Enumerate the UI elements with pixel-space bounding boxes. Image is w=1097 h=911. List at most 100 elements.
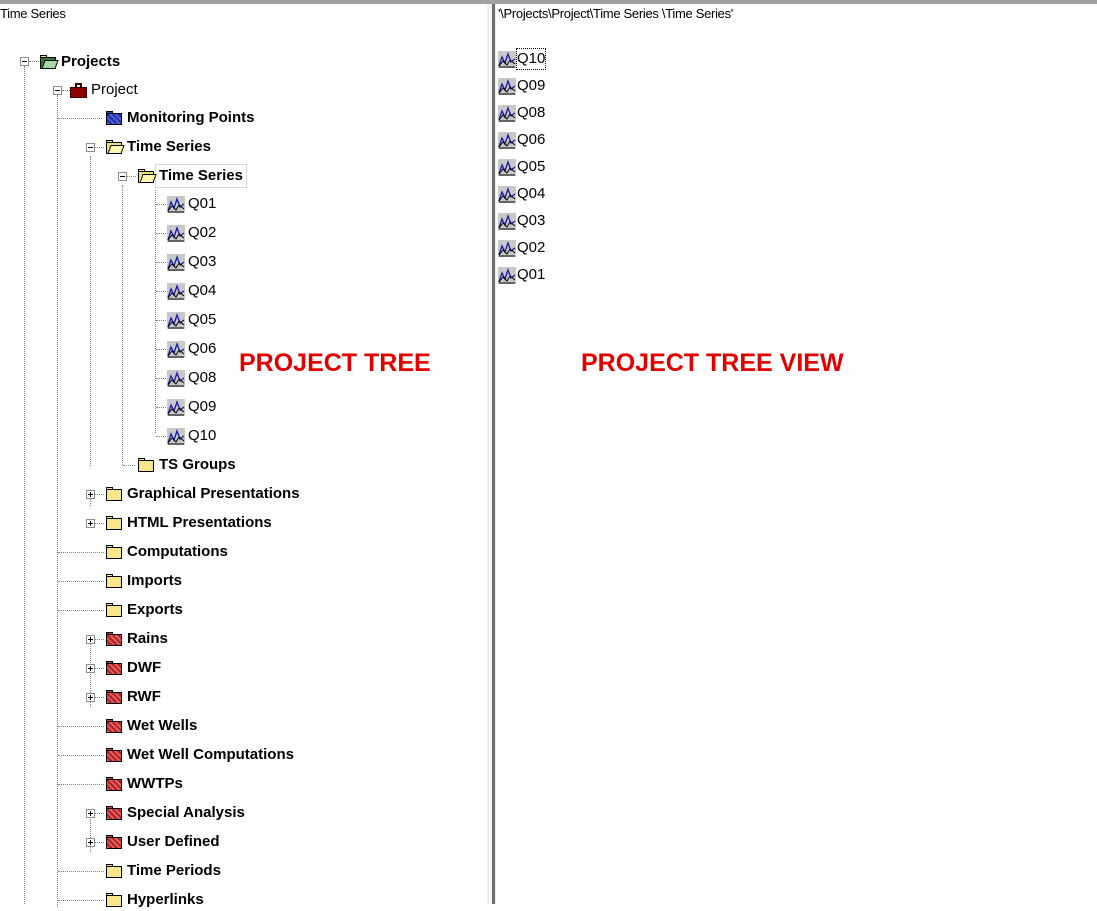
list-item[interactable]: Q02 [498, 237, 546, 259]
tree-node-series[interactable]: Q02 [167, 222, 219, 244]
tree-node-time-periods[interactable]: Time Periods [104, 860, 224, 882]
tree-node-label: Imports [127, 572, 183, 589]
expand-icon[interactable] [86, 519, 95, 528]
tree-node-rwf[interactable]: RWF [104, 686, 164, 708]
tree-line [95, 147, 104, 148]
tree-node-user-defined[interactable]: User Defined [104, 831, 223, 853]
time-series-chart-icon [498, 77, 516, 95]
tree-node-label: Q08 [188, 369, 217, 386]
tree-node-label: Wet Well Computations [127, 746, 294, 763]
tree-node-rains[interactable]: Rains [104, 628, 171, 650]
folder-icon [38, 54, 59, 70]
time-series-chart-icon [498, 185, 516, 203]
expand-icon[interactable] [86, 635, 95, 644]
tree-line [58, 871, 104, 872]
folder-icon [136, 168, 157, 184]
tree-node-html-presentations[interactable]: HTML Presentations [104, 512, 275, 534]
folder-icon [104, 515, 124, 531]
tree-node-label: TS Groups [159, 456, 236, 473]
tree-node-ts-groups[interactable]: TS Groups [136, 454, 239, 476]
tree-node-computations[interactable]: Computations [104, 541, 231, 563]
expand-icon[interactable] [86, 490, 95, 499]
pane-splitter[interactable] [487, 4, 496, 904]
expand-icon[interactable] [86, 664, 95, 673]
tree-node-wet-well-computations[interactable]: Wet Well Computations [104, 744, 297, 766]
tree-node-series[interactable]: Q05 [167, 309, 219, 331]
tree-node-wwtps[interactable]: WWTPs [104, 773, 186, 795]
tree-node-label: Q02 [188, 224, 217, 241]
tree-line [58, 581, 104, 582]
collapse-icon[interactable] [86, 143, 95, 152]
tree-line [95, 813, 104, 814]
list-item[interactable]: Q06 [498, 129, 546, 151]
tree-node-label: Q10 [188, 427, 217, 444]
time-series-chart-icon [498, 50, 516, 68]
tree-node-time-series-child[interactable]: Time Series [136, 164, 247, 188]
tree-node-time-series[interactable]: Time Series [104, 136, 214, 158]
tree-node-series[interactable]: Q01 [167, 193, 219, 215]
tree-line [95, 639, 104, 640]
tree-line [58, 610, 104, 611]
tree-node-series[interactable]: Q06 [167, 338, 219, 360]
current-path: '\Projects\Project\Time Series \Time Ser… [498, 6, 733, 21]
tree-node-special-analysis[interactable]: Special Analysis [104, 802, 248, 824]
tree-node-label: Monitoring Points [127, 109, 255, 126]
tree-node-hyperlinks[interactable]: Hyperlinks [104, 889, 207, 911]
folder-icon [104, 544, 124, 560]
tree-node-wet-wells[interactable]: Wet Wells [104, 715, 200, 737]
expand-icon[interactable] [86, 838, 95, 847]
tree-node-monitoring-points[interactable]: Monitoring Points [104, 107, 257, 129]
time-series-chart-icon [498, 131, 516, 149]
list-item[interactable]: Q01 [498, 264, 546, 286]
folder-icon [104, 834, 124, 850]
time-series-chart-icon [498, 239, 516, 257]
tree-node-label: Graphical Presentations [127, 485, 300, 502]
collapse-icon[interactable] [20, 57, 29, 66]
list-item-label: Q03 [517, 212, 546, 229]
tree-node-imports[interactable]: Imports [104, 570, 185, 592]
folder-icon [104, 660, 124, 676]
list-item-label: Q10 [516, 48, 547, 70]
folder-icon [104, 747, 124, 763]
tree-line [58, 755, 104, 756]
list-item-label: Q08 [517, 104, 546, 121]
expand-icon[interactable] [86, 809, 95, 818]
tree-node-label: Project [91, 81, 138, 98]
tree-header: Time Series [0, 6, 66, 21]
tree-node-series[interactable]: Q09 [167, 396, 219, 418]
tree-node-projects[interactable]: Projects [38, 51, 123, 73]
tree-line [58, 552, 104, 553]
collapse-icon[interactable] [53, 86, 62, 95]
folder-icon [104, 805, 124, 821]
list-item[interactable]: Q05 [498, 156, 546, 178]
collapse-icon[interactable] [118, 172, 127, 181]
tree-node-series[interactable]: Q10 [167, 425, 219, 447]
time-series-chart-icon [167, 369, 185, 387]
tree-node-project[interactable]: Project [68, 79, 141, 101]
expand-icon[interactable] [86, 693, 95, 702]
tree-node-graphical-presentations[interactable]: Graphical Presentations [104, 483, 303, 505]
tree-node-label: Projects [61, 53, 121, 70]
project-tree-view-pane[interactable]: '\Projects\Project\Time Series \Time Ser… [496, 4, 1097, 904]
tree-line [95, 668, 104, 669]
list-item[interactable]: Q04 [498, 183, 546, 205]
list-item[interactable]: Q08 [498, 102, 546, 124]
tree-node-label: DWF [127, 659, 162, 676]
tree-line [58, 118, 102, 119]
tree-node-series[interactable]: Q03 [167, 251, 219, 273]
tree-node-label: User Defined [127, 833, 220, 850]
tree-node-label: Special Analysis [127, 804, 245, 821]
tree-node-dwf[interactable]: DWF [104, 657, 164, 679]
list-item[interactable]: Q03 [498, 210, 546, 232]
list-item[interactable]: Q10 [498, 48, 547, 70]
time-series-chart-icon [498, 212, 516, 230]
folder-icon [104, 892, 124, 908]
tree-node-series[interactable]: Q04 [167, 280, 219, 302]
tree-node-label: WWTPs [127, 775, 183, 792]
project-tree-annotation: PROJECT TREE [239, 349, 431, 377]
project-tree-pane[interactable]: Time Series Projects Project Monitoring … [0, 4, 487, 908]
tree-node-series[interactable]: Q08 [167, 367, 219, 389]
tree-node-exports[interactable]: Exports [104, 599, 186, 621]
list-item[interactable]: Q09 [498, 75, 546, 97]
folder-icon [104, 602, 124, 618]
